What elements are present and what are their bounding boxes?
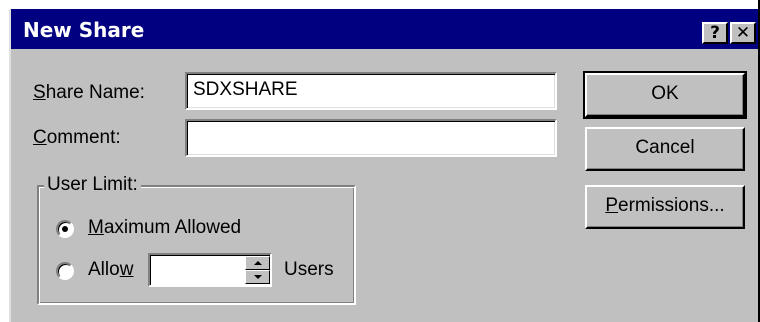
window-frame-left [0,0,9,322]
permissions-label-text: ermissions... [618,195,725,216]
spinner-up-button[interactable] [245,256,270,270]
allow-label[interactable]: Allow [88,259,133,281]
allow-mnemonic: w [119,259,134,280]
share-name-input[interactable]: SDXSHARE [185,72,557,110]
close-button[interactable]: ✕ [730,22,756,44]
permissions-button[interactable]: Permissions... [585,185,745,229]
up-arrow-icon [254,261,262,265]
share-name-label-text: hare Name: [45,82,145,103]
comment-label: Comment: [33,127,121,149]
comment-input[interactable] [185,119,557,157]
comment-label-text: omment: [46,127,121,148]
new-share-dialog: New Share ? ✕ Share Name: SDXSHARE Comme… [0,0,760,322]
permissions-mnemonic: P [605,195,619,216]
allow-label-pre: Allo [88,259,120,280]
help-button[interactable]: ? [702,22,728,44]
maximum-mnemonic: M [88,217,104,238]
user-limit-legend: User Limit: [44,174,141,196]
maximum-allowed-radio[interactable] [56,220,74,238]
down-arrow-icon [254,275,262,279]
spinner-down-button[interactable] [245,270,270,284]
user-limit-group [37,185,356,305]
window-frame-left-inner [9,9,11,322]
user-count-spinner[interactable] [148,253,272,287]
cancel-button[interactable]: Cancel [585,127,745,171]
share-name-label: Share Name: [33,82,145,104]
maximum-allowed-label[interactable]: Maximum Allowed [88,217,241,239]
maximum-label-text: aximum Allowed [103,217,242,238]
window-frame-top [0,0,760,9]
share-name-mnemonic: S [33,82,46,103]
radio-selected-dot [62,226,68,232]
dialog-title: New Share [23,18,145,42]
users-suffix-label: Users [284,259,334,280]
title-bar[interactable]: New Share ? ✕ [11,9,758,49]
allow-radio[interactable] [56,262,74,280]
comment-mnemonic: C [33,127,47,148]
ok-button[interactable]: OK [583,71,747,119]
share-name-value: SDXSHARE [193,79,298,100]
